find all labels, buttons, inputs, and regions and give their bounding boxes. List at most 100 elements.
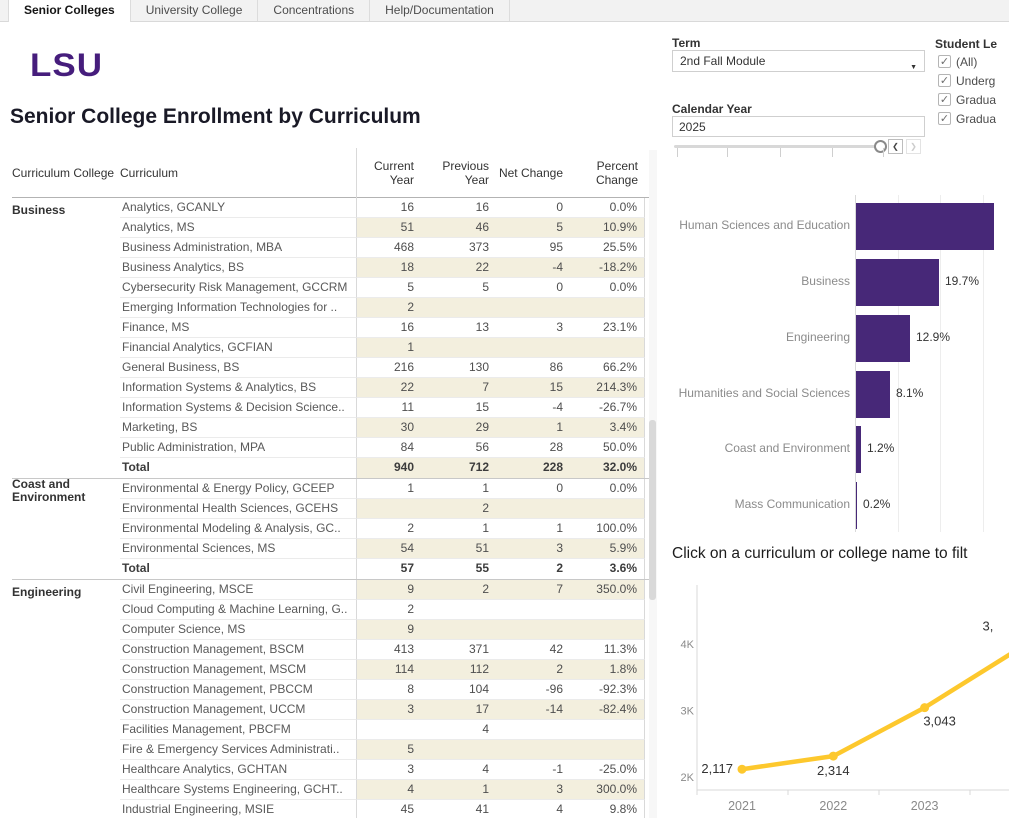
college-group-coast-and-environment: Coast and EnvironmentEnvironmental & Ene…: [12, 478, 657, 579]
bar-coast-and-environment[interactable]: [856, 426, 861, 473]
curriculum-cell[interactable]: Total: [120, 559, 356, 579]
slider-next-button[interactable]: ❯: [906, 139, 921, 154]
college-name-cell[interactable]: [12, 326, 120, 330]
curriculum-cell[interactable]: Analytics, GCANLY: [120, 198, 356, 218]
college-name-cell[interactable]: [12, 226, 120, 230]
curriculum-cell[interactable]: Marketing, BS: [120, 418, 356, 438]
curriculum-cell[interactable]: Environmental Sciences, MS: [120, 539, 356, 559]
college-name-cell[interactable]: [12, 728, 120, 732]
college-name-cell[interactable]: [12, 648, 120, 652]
curriculum-cell[interactable]: Emerging Information Technologies for ..: [120, 298, 356, 318]
tab-university-college[interactable]: University College: [131, 0, 259, 21]
curriculum-cell[interactable]: Construction Management, UCCM: [120, 700, 356, 720]
bar-business[interactable]: [856, 259, 939, 306]
current-year-cell: 16: [356, 198, 418, 218]
curriculum-cell[interactable]: Public Administration, MPA: [120, 438, 356, 458]
checkbox-icon[interactable]: ✓: [938, 93, 951, 106]
college-name-cell[interactable]: Engineering: [12, 582, 120, 599]
bar-category-label-humanities-and-social-sciences[interactable]: Humanities and Social Sciences: [672, 386, 850, 400]
student-level-option-underg-1[interactable]: ✓Underg: [938, 72, 995, 88]
tab-concentrations[interactable]: Concentrations: [258, 0, 370, 21]
college-name-cell[interactable]: [12, 547, 120, 551]
student-level-option-gradua-3[interactable]: ✓Gradua: [938, 110, 996, 126]
college-name-cell[interactable]: [12, 466, 120, 470]
bar-category-label-human-sciences-and-education[interactable]: Human Sciences and Education: [672, 218, 850, 232]
college-name-cell[interactable]: [12, 668, 120, 672]
curriculum-cell[interactable]: Business Administration, MBA: [120, 238, 356, 258]
college-name-cell[interactable]: [12, 246, 120, 250]
curriculum-cell[interactable]: Healthcare Systems Engineering, GCHT..: [120, 780, 356, 800]
college-name-cell[interactable]: [12, 527, 120, 531]
bar-category-label-business[interactable]: Business: [672, 274, 850, 288]
college-name-cell[interactable]: [12, 406, 120, 410]
data-point-marker[interactable]: [738, 765, 747, 774]
college-name-cell[interactable]: [12, 708, 120, 712]
bar-humanities-and-social-sciences[interactable]: [856, 371, 890, 418]
curriculum-cell[interactable]: Industrial Engineering, MSIE: [120, 800, 356, 818]
college-name-cell[interactable]: [12, 426, 120, 430]
curriculum-cell[interactable]: Cloud Computing & Machine Learning, G..: [120, 600, 356, 620]
checkbox-icon[interactable]: ✓: [938, 112, 951, 125]
table-row: Cloud Computing & Machine Learning, G..2: [12, 600, 657, 620]
college-name-cell[interactable]: [12, 507, 120, 511]
slider-prev-button[interactable]: ❮: [888, 139, 903, 154]
college-name-cell[interactable]: Business: [12, 200, 120, 217]
slider-track[interactable]: [674, 145, 881, 148]
bar-human-sciences-and-education[interactable]: [856, 203, 994, 250]
bar-category-label-engineering[interactable]: Engineering: [672, 330, 850, 344]
curriculum-cell[interactable]: Total: [120, 458, 356, 478]
curriculum-cell[interactable]: Healthcare Analytics, GCHTAN: [120, 760, 356, 780]
college-name-cell[interactable]: [12, 366, 120, 370]
calendar-year-input[interactable]: [672, 116, 925, 137]
curriculum-cell[interactable]: Financial Analytics, GCFIAN: [120, 338, 356, 358]
college-name-cell[interactable]: [12, 346, 120, 350]
curriculum-cell[interactable]: Cybersecurity Risk Management, GCCRM: [120, 278, 356, 298]
curriculum-cell[interactable]: Environmental Modeling & Analysis, GC..: [120, 519, 356, 539]
curriculum-cell[interactable]: Fire & Emergency Services Administrati..: [120, 740, 356, 760]
college-name-cell[interactable]: [12, 567, 120, 571]
college-name-cell[interactable]: [12, 748, 120, 752]
student-level-option-all[interactable]: ✓(All): [938, 53, 977, 69]
curriculum-cell[interactable]: Computer Science, MS: [120, 620, 356, 640]
curriculum-cell[interactable]: Finance, MS: [120, 318, 356, 338]
curriculum-cell[interactable]: Construction Management, PBCCM: [120, 680, 356, 700]
curriculum-cell[interactable]: Facilities Management, PBCFM: [120, 720, 356, 740]
tab-senior-colleges[interactable]: Senior Colleges: [8, 0, 131, 22]
curriculum-cell[interactable]: Information Systems & Analytics, BS: [120, 378, 356, 398]
college-name-cell[interactable]: [12, 688, 120, 692]
tab-help-documentation[interactable]: Help/Documentation: [370, 0, 510, 21]
college-name-cell[interactable]: Coast and Environment: [12, 474, 120, 504]
college-name-cell[interactable]: [12, 608, 120, 612]
college-name-cell[interactable]: [12, 446, 120, 450]
curriculum-cell[interactable]: Construction Management, MSCM: [120, 660, 356, 680]
college-name-cell[interactable]: [12, 386, 120, 390]
curriculum-cell[interactable]: General Business, BS: [120, 358, 356, 378]
curriculum-cell[interactable]: Analytics, MS: [120, 218, 356, 238]
college-name-cell[interactable]: [12, 286, 120, 290]
curriculum-cell[interactable]: Construction Management, BSCM: [120, 640, 356, 660]
data-point-marker[interactable]: [829, 752, 838, 761]
bar-category-label-coast-and-environment[interactable]: Coast and Environment: [672, 441, 850, 455]
term-dropdown[interactable]: 2nd Fall Module ▼: [672, 50, 925, 72]
curriculum-cell[interactable]: Business Analytics, BS: [120, 258, 356, 278]
checkbox-icon[interactable]: ✓: [938, 74, 951, 87]
college-name-cell[interactable]: [12, 266, 120, 270]
college-name-cell[interactable]: [12, 808, 120, 812]
table-row: Construction Management, BSCM4133714211.…: [12, 640, 657, 660]
curriculum-cell[interactable]: Information Systems & Decision Science..: [120, 398, 356, 418]
bar-mass-communication[interactable]: [856, 482, 857, 529]
college-name-cell[interactable]: [12, 628, 120, 632]
curriculum-cell[interactable]: Environmental Health Sciences, GCEHS: [120, 499, 356, 519]
slider-handle[interactable]: [874, 140, 887, 153]
bar-category-label-mass-communication[interactable]: Mass Communication: [672, 497, 850, 511]
bar-engineering[interactable]: [856, 315, 910, 362]
curriculum-cell[interactable]: Environmental & Energy Policy, GCEEP: [120, 479, 356, 499]
student-level-option-gradua-2[interactable]: ✓Gradua: [938, 91, 996, 107]
college-name-cell[interactable]: [12, 788, 120, 792]
college-name-cell[interactable]: [12, 768, 120, 772]
college-name-cell[interactable]: [12, 306, 120, 310]
curriculum-cell[interactable]: Civil Engineering, MSCE: [120, 580, 356, 600]
checkbox-icon[interactable]: ✓: [938, 55, 951, 68]
data-point-marker[interactable]: [920, 703, 929, 712]
table-scrollbar-thumb[interactable]: [649, 420, 656, 600]
